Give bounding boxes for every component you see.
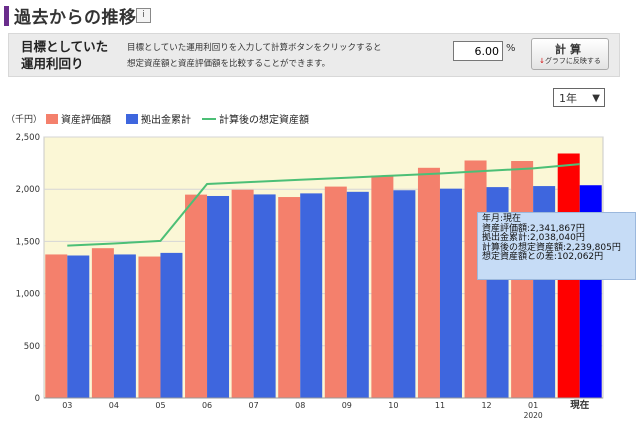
bar-contribution (393, 190, 416, 398)
bar-contribution (207, 195, 230, 398)
x-tick-label: 現在 (570, 399, 590, 411)
x-tick-label: 07 (249, 401, 259, 410)
x-year-label: 2020 (524, 411, 543, 420)
tooltip-line: 想定資産額との差:102,062円 (482, 252, 604, 263)
y-tick-label: 2,000 (16, 185, 40, 195)
bar-asset-value (231, 189, 254, 398)
x-tick-label: 03 (62, 401, 72, 410)
x-tick-label: 04 (109, 401, 119, 410)
bar-contribution (346, 191, 369, 398)
bar-contribution (300, 193, 323, 398)
x-tick-label: 01 (528, 401, 538, 410)
bar-asset-value (278, 197, 301, 398)
x-tick-label: 12 (481, 401, 491, 410)
y-tick-label: 2,500 (16, 133, 40, 143)
bar-contribution (113, 254, 136, 398)
bar-asset-value (371, 175, 394, 398)
x-tick-label: 08 (295, 401, 305, 410)
x-tick-label: 06 (202, 401, 212, 410)
chart-tooltip: 年月:現在 資産評価額:2,341,867円 拠出金累計:2,038,040円 … (477, 212, 636, 280)
bar-contribution (67, 255, 90, 398)
bar-asset-value (324, 186, 347, 398)
x-tick-label: 10 (388, 401, 398, 410)
bar-asset-value (91, 248, 114, 398)
bar-contribution (253, 194, 276, 398)
y-tick-label: 0 (35, 394, 40, 404)
asset-history-chart: 0 500 1,000 1,500 2,000 2,500 03 04 05 06 07 08 09 10… (16, 133, 604, 420)
y-tick-label: 1,000 (16, 290, 40, 300)
y-tick-label: 500 (24, 342, 40, 352)
bar-contribution (160, 252, 183, 398)
x-tick-label: 05 (155, 401, 165, 410)
x-tick-label: 11 (435, 401, 445, 410)
bar-contribution (439, 188, 462, 398)
y-tick-label: 1,500 (16, 237, 40, 247)
bar-asset-value (417, 167, 440, 398)
bar-asset-value (138, 256, 161, 398)
bar-asset-value (185, 194, 208, 398)
bar-asset-value (45, 254, 68, 398)
x-tick-label: 09 (342, 401, 352, 410)
